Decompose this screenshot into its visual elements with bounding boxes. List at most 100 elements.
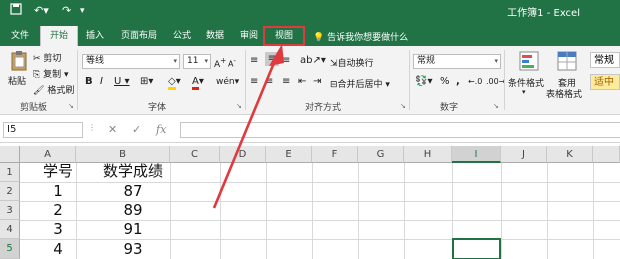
bold-icon[interactable]: B (85, 75, 93, 89)
fill-color-icon[interactable]: ◇▾ (168, 75, 181, 90)
column-header-i[interactable]: I (452, 146, 501, 163)
align-bottom-icon[interactable]: ≡ (282, 54, 290, 68)
paste-button[interactable]: 粘贴 (8, 74, 26, 87)
wrap-text-button[interactable]: ⇲自动换行 (330, 56, 374, 69)
align-right-icon[interactable]: ≡ (282, 75, 290, 89)
align-top-icon[interactable]: ≡ (250, 54, 258, 68)
format-painter-button[interactable]: 🖌 格式刷 (33, 83, 74, 96)
excel-window: ↶▾ ↷ ▾ 工作簿1 - Excel 文件 开始 插入 页面布局 公式 数据 … (0, 0, 620, 259)
column-header-f[interactable]: F (312, 146, 358, 163)
align-center-icon[interactable]: ≡ (265, 75, 273, 89)
shrink-font-icon[interactable]: A- (228, 54, 236, 72)
undo-icon[interactable]: ↶▾ (34, 3, 49, 19)
underline-icon[interactable]: U ▾ (114, 75, 130, 89)
row-header-4[interactable]: 4 (0, 220, 20, 239)
chevron-down-icon: ▾ (204, 57, 208, 65)
decrease-indent-icon[interactable]: ⇤ (298, 75, 306, 89)
column-header-k[interactable]: K (547, 146, 593, 163)
formula-bar: I5 ⋮ ✕ ✓ fx (0, 115, 620, 143)
font-color-icon[interactable]: A▾ (192, 75, 204, 90)
cell-a1[interactable]: 学号 (20, 161, 96, 181)
column-header-c[interactable]: C (170, 146, 220, 163)
tab-review[interactable]: 审阅 (234, 26, 264, 46)
column-header-g[interactable]: G (358, 146, 404, 163)
table-format-icon[interactable] (554, 50, 580, 74)
save-icon[interactable] (10, 3, 22, 20)
formula-input[interactable] (180, 122, 620, 138)
alignment-launcher-icon[interactable]: ↘ (400, 102, 406, 110)
row-header-2[interactable]: 2 (0, 182, 20, 201)
column-header-e[interactable]: E (266, 146, 312, 163)
table-format-label-2[interactable]: 表格格式 (546, 87, 582, 100)
conditional-format-button[interactable]: 条件格式 (508, 76, 544, 89)
select-all-corner[interactable] (0, 146, 20, 163)
cell-b3[interactable]: 89 (96, 200, 170, 220)
customize-toolbar-icon[interactable]: ▾ (80, 3, 85, 19)
cell-a5[interactable]: 4 (20, 239, 96, 259)
italic-icon[interactable]: I (100, 75, 103, 89)
cancel-icon[interactable]: ✕ (108, 123, 117, 136)
comma-icon[interactable]: , (456, 75, 460, 89)
cell-a3[interactable]: 2 (20, 200, 96, 220)
tab-home[interactable]: 开始 (40, 26, 78, 46)
currency-icon[interactable]: 💱▾ (415, 75, 432, 89)
increase-indent-icon[interactable]: ⇥ (313, 75, 321, 89)
chevron-down-icon: ▾ (494, 57, 498, 65)
style-neutral[interactable]: 适中 (590, 74, 620, 90)
column-header-j[interactable]: J (501, 146, 547, 163)
tab-data[interactable]: 数据 (200, 26, 230, 46)
cell-b5[interactable]: 93 (96, 239, 170, 259)
copy-button[interactable]: ⎘ 复制 ▾ (33, 67, 68, 80)
number-launcher-icon[interactable]: ↘ (493, 102, 499, 110)
column-header-d[interactable]: D (220, 146, 266, 163)
borders-icon[interactable]: ⊞▾ (140, 75, 153, 89)
decrease-decimal-icon[interactable]: .00→ (486, 75, 505, 89)
row-header-3[interactable]: 3 (0, 201, 20, 220)
font-name-select[interactable]: 等线 ▾ (82, 54, 180, 69)
column-header-h[interactable]: H (404, 146, 452, 163)
more-icon: ⋮ (88, 123, 96, 132)
alignment-group-label: 对齐方式 (305, 103, 342, 113)
align-middle-icon[interactable]: ≡ (265, 52, 279, 66)
tab-view[interactable]: 视图 (263, 26, 305, 46)
font-launcher-icon[interactable]: ↘ (236, 102, 242, 110)
tab-file[interactable]: 文件 (4, 26, 36, 46)
tab-page-layout[interactable]: 页面布局 (114, 26, 164, 46)
phonetic-icon[interactable]: wén▾ (216, 75, 239, 89)
cell-b4[interactable]: 91 (96, 219, 170, 239)
lightbulb-icon: 💡 (313, 33, 325, 43)
paste-icon[interactable] (8, 50, 30, 72)
align-left-icon[interactable]: ≡ (250, 75, 258, 89)
divider (504, 50, 505, 110)
font-size-select[interactable]: 11 ▾ (183, 54, 211, 69)
clipboard-launcher-icon[interactable]: ↘ (68, 102, 74, 110)
cut-button[interactable]: ✂ 剪切 (33, 51, 61, 64)
number-format-select[interactable]: 常规 ▾ (413, 54, 501, 69)
cell-a4[interactable]: 3 (20, 219, 96, 239)
cell-a2[interactable]: 1 (20, 181, 96, 201)
row-header-5[interactable]: 5 (0, 239, 20, 259)
insert-function-icon[interactable]: fx (156, 123, 166, 136)
percent-icon[interactable]: % (440, 75, 450, 89)
enter-icon[interactable]: ✓ (132, 123, 141, 136)
merge-center-button[interactable]: ⊟合并后居中 ▾ (330, 77, 390, 90)
tab-insert[interactable]: 插入 (80, 26, 110, 46)
conditional-format-icon[interactable] (510, 50, 548, 74)
orientation-icon[interactable]: ab↗▾ (300, 54, 326, 68)
tab-formulas[interactable]: 公式 (168, 26, 196, 46)
copy-icon: ⎘ (33, 70, 41, 80)
name-box[interactable]: I5 (3, 122, 83, 138)
redo-icon[interactable]: ↷ (62, 3, 71, 19)
tell-me-box[interactable]: 💡 告诉我你想要做什么 (313, 30, 408, 43)
chevron-down-icon[interactable]: ▾ (522, 88, 526, 96)
active-cell-i5[interactable] (452, 238, 501, 259)
column-header-l[interactable] (593, 146, 620, 163)
increase-decimal-icon[interactable]: ←.0 (468, 75, 482, 89)
cell-b2[interactable]: 87 (96, 181, 170, 201)
cell-b1[interactable]: 数学成绩 (96, 161, 170, 181)
style-normal[interactable]: 常规 (590, 52, 620, 68)
divider (77, 50, 78, 110)
grow-font-icon[interactable]: A+ (214, 54, 226, 72)
grid-line (593, 163, 594, 259)
row-header-1[interactable]: 1 (0, 163, 20, 182)
